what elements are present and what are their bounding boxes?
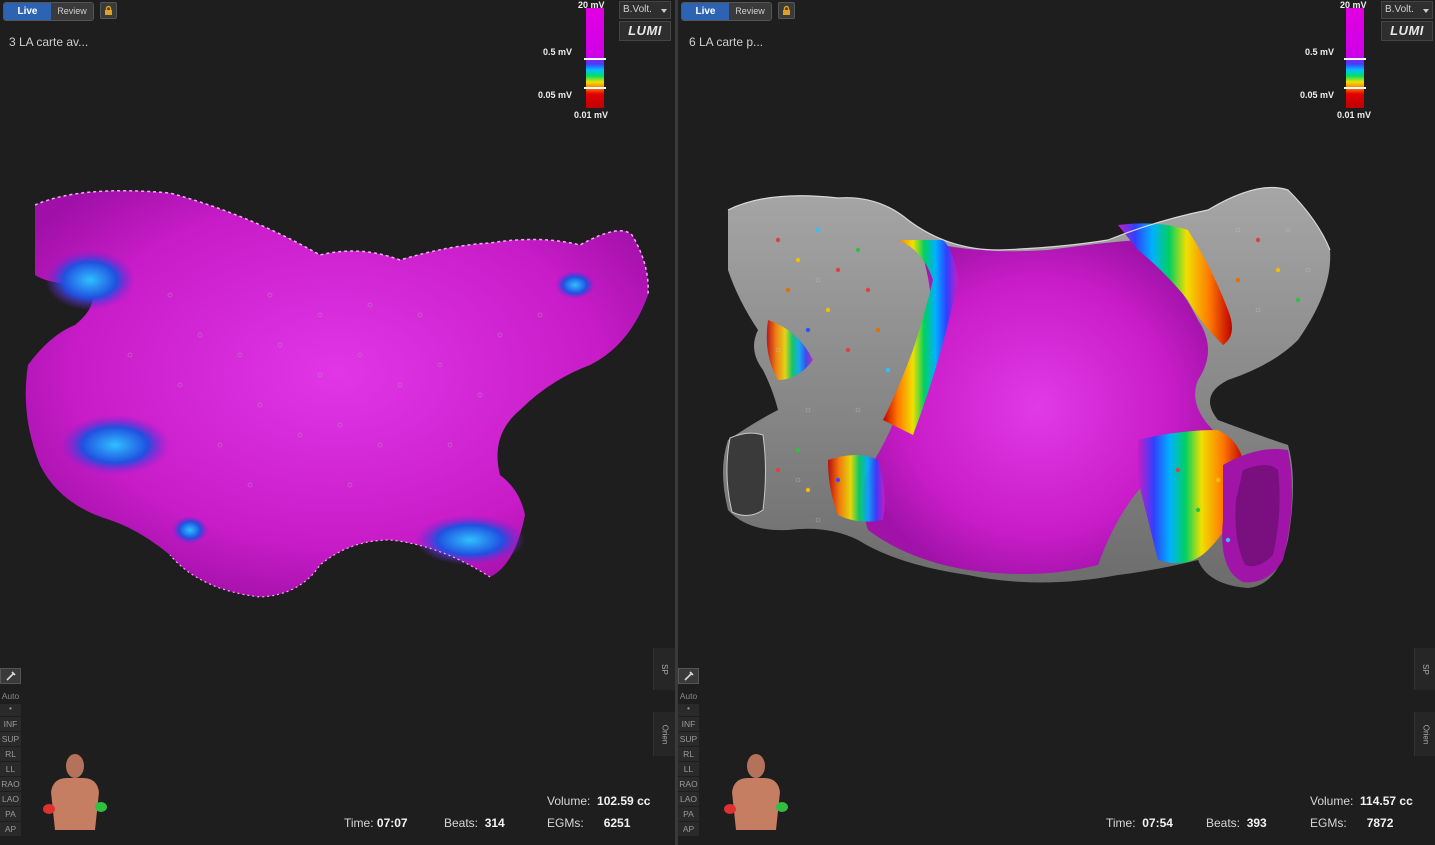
sp-tab[interactable]: SP (653, 648, 675, 690)
orientation-tab[interactable]: Orien (1414, 712, 1435, 756)
view-sup[interactable]: SUP (678, 732, 699, 746)
view-lao[interactable]: LAO (678, 792, 699, 806)
view-inf[interactable]: INF (678, 717, 699, 731)
scale-upper-marker[interactable] (1344, 58, 1366, 60)
view-ll[interactable]: LL (0, 762, 21, 776)
view-pa[interactable]: PA (0, 807, 21, 821)
catheter-tool-button[interactable] (678, 668, 699, 684)
view-sup[interactable]: SUP (0, 732, 21, 746)
view-dot[interactable]: • (678, 704, 699, 716)
egms-value: 7872 (1366, 816, 1394, 830)
volume-readout: Volume: 114.57 cc (1310, 794, 1413, 808)
lumi-logo: LUMI (619, 21, 671, 41)
scale-upper-marker[interactable] (584, 58, 606, 60)
chevron-down-icon (661, 9, 667, 13)
view-ll[interactable]: LL (678, 762, 699, 776)
egms-label: EGMs: (1310, 816, 1347, 830)
parameter-select[interactable]: B.Volt. (619, 1, 671, 19)
time-label: Time: (344, 816, 374, 830)
review-button[interactable]: Review (729, 3, 771, 20)
volume-value: 102.59 cc (597, 794, 651, 808)
scale-bottom-label: 0.01 mV (574, 110, 609, 120)
beats-label: Beats: (444, 816, 479, 830)
live-button[interactable]: Live (682, 3, 729, 20)
view-tools: Auto • INF SUP RL LL RAO LAO PA AP (678, 668, 700, 837)
beats-readout: Beats: 393 (1206, 816, 1267, 830)
scale-low-label: 0.05 mV (538, 90, 573, 100)
chevron-down-icon (1423, 9, 1429, 13)
beats-value: 393 (1246, 816, 1267, 830)
view-lao[interactable]: LAO (0, 792, 21, 806)
scale-lower-marker[interactable] (584, 87, 606, 89)
egms-readout: EGMs: 6251 (547, 816, 630, 830)
view-auto[interactable]: Auto (0, 689, 21, 703)
view-tools: Auto • INF SUP RL LL RAO LAO PA AP (0, 668, 22, 837)
parameter-select[interactable]: B.Volt. (1381, 1, 1433, 19)
mode-toggle: Live Review (681, 2, 772, 21)
lock-icon (783, 5, 790, 15)
orientation-tab-label: Orien (1421, 724, 1430, 744)
lock-icon (105, 5, 112, 15)
time-label: Time: (1106, 816, 1136, 830)
orientation-torso-icon[interactable] (43, 752, 107, 834)
view-rao[interactable]: RAO (678, 777, 699, 791)
voltage-color-scale[interactable]: 20 mV 0.5 mV 0.05 mV 0.01 mV (538, 0, 608, 125)
time-readout: Time: 07:54 (1106, 816, 1173, 830)
scale-low-label: 0.05 mV (1300, 90, 1335, 100)
left-atrium-3d-map[interactable] (20, 185, 655, 605)
volume-label: Volume: (1310, 794, 1354, 808)
view-auto[interactable]: Auto (678, 689, 699, 703)
egms-readout: EGMs: 7872 (1310, 816, 1393, 830)
mode-toggle: Live Review (3, 2, 94, 21)
scale-mid-label: 0.5 mV (543, 47, 573, 57)
time-value: 07:54 (1142, 816, 1173, 830)
scale-lower-marker[interactable] (1344, 87, 1366, 89)
map-title: 3 LA carte av... (9, 35, 89, 49)
view-rl[interactable]: RL (678, 747, 699, 761)
lumi-logo: LUMI (1381, 21, 1433, 41)
voltage-color-scale[interactable]: 20 mV 0.5 mV 0.05 mV 0.01 mV (1298, 0, 1371, 125)
parameter-select-value: B.Volt. (1385, 4, 1414, 15)
view-dot[interactable]: • (0, 704, 21, 716)
scale-top-label: 20 mV (578, 0, 605, 10)
sp-tab-label: SP (659, 663, 669, 675)
sp-tab[interactable]: SP (1414, 648, 1435, 690)
review-button[interactable]: Review (51, 3, 93, 20)
view-ap[interactable]: AP (678, 822, 699, 836)
map-title: 6 LA carte p... (689, 35, 764, 49)
live-button[interactable]: Live (4, 3, 51, 20)
scale-mid-label: 0.5 mV (1305, 47, 1335, 57)
orientation-tab[interactable]: Orien (653, 712, 675, 756)
scale-bottom-label: 0.01 mV (1337, 110, 1372, 120)
orientation-tab-label: Orien (660, 724, 669, 744)
left-map-panel: Live Review 3 LA carte av... 20 mV 0.5 m… (0, 0, 675, 845)
view-inf[interactable]: INF (0, 717, 21, 731)
view-ap[interactable]: AP (0, 822, 21, 836)
volume-readout: Volume: 102.59 cc (547, 794, 650, 808)
egms-label: EGMs: (547, 816, 584, 830)
lock-button[interactable] (778, 2, 795, 19)
view-pa[interactable]: PA (678, 807, 699, 821)
view-rl[interactable]: RL (0, 747, 21, 761)
catheter-icon (5, 671, 16, 681)
volume-value: 114.57 cc (1360, 794, 1413, 808)
beats-readout: Beats: 314 (444, 816, 505, 830)
lock-button[interactable] (100, 2, 117, 19)
time-value: 07:07 (376, 816, 408, 830)
view-rao[interactable]: RAO (0, 777, 21, 791)
parameter-select-value: B.Volt. (623, 4, 652, 15)
beats-label: Beats: (1206, 816, 1241, 830)
sp-tab-label: SP (1420, 663, 1430, 675)
catheter-tool-button[interactable] (0, 668, 21, 684)
left-atrium-3d-map[interactable] (718, 180, 1343, 600)
beats-value: 314 (484, 816, 505, 830)
right-map-panel: Live Review 6 LA carte p... 20 mV 0.5 mV… (678, 0, 1435, 845)
volume-label: Volume: (547, 794, 591, 808)
scale-top-label: 20 mV (1340, 0, 1367, 10)
catheter-icon (683, 671, 694, 681)
orientation-torso-icon[interactable] (724, 752, 788, 834)
time-readout: Time: 07:07 (344, 816, 408, 830)
egms-value: 6251 (603, 816, 631, 830)
